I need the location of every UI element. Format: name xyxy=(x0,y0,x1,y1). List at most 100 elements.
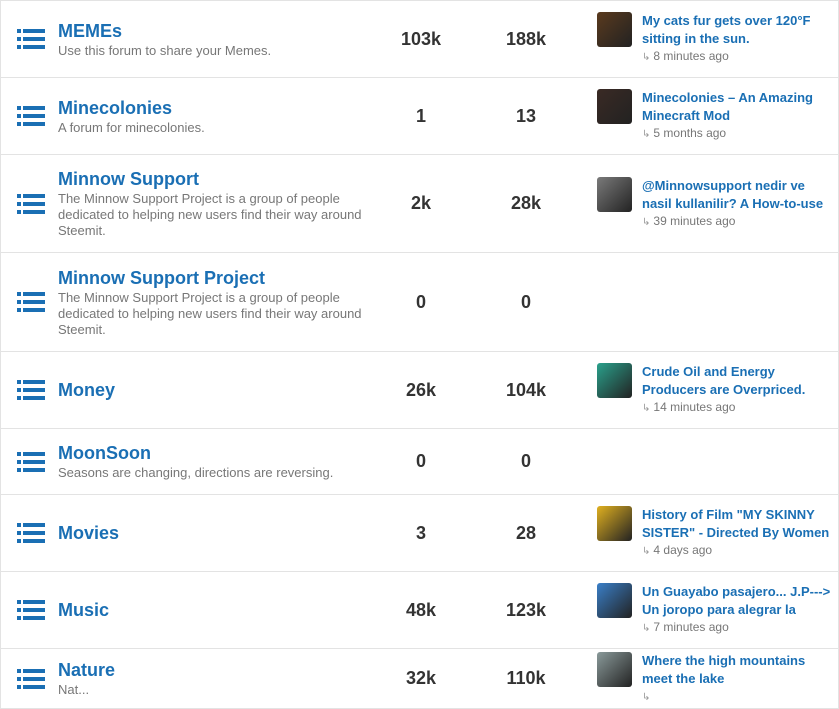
reply-arrow-icon: ↳ xyxy=(642,216,651,228)
posts-count: 48k xyxy=(405,599,437,620)
last-post: Where the high mountains meet the lake ↳ xyxy=(642,652,832,706)
forum-description: A forum for minecolonies. xyxy=(58,119,205,135)
last-post-title-link[interactable]: Minecolonies – An Amazing Minecraft Mod xyxy=(642,89,832,125)
forum-name-link[interactable]: Minnow Support xyxy=(58,168,368,190)
forum-name-link[interactable]: MEMEs xyxy=(58,20,368,42)
forum-name-link[interactable]: MoonSoon xyxy=(58,442,368,464)
posts-count: 32k xyxy=(405,668,437,688)
last-post-time: ↳ 4 days ago xyxy=(642,542,832,560)
person-blue-avatar[interactable] xyxy=(597,583,632,618)
last-post-cell: Crude Oil and Energy Producers are Overp… xyxy=(578,363,838,417)
forum-name-link[interactable]: Nature xyxy=(58,659,368,681)
forum-list-icon[interactable] xyxy=(1,379,58,401)
last-post-time-text: 14 minutes ago xyxy=(653,400,736,414)
replies-count: 123k xyxy=(505,599,547,620)
last-post-time: ↳ 7 minutes ago xyxy=(642,619,832,637)
forum-description: The Minnow Support Project is a group of… xyxy=(58,191,362,238)
statue-avatar[interactable] xyxy=(597,176,632,212)
forum-info: MEMEs Use this forum to share your Memes. xyxy=(58,20,368,59)
forum-row: Nature Nat... 32k 110k Where the high mounta… xyxy=(0,649,839,709)
posts-count: 103k xyxy=(400,28,442,49)
forum-info: Movies xyxy=(58,522,368,544)
posts-count: 0 xyxy=(415,451,426,471)
forum-description: Seasons are changing, directions are rev… xyxy=(58,465,334,480)
last-post-time: ↳ xyxy=(642,688,832,706)
forum-name-link[interactable]: Minecolonies xyxy=(58,97,368,119)
cat-avatar[interactable] xyxy=(597,12,632,47)
replies-count: 188k xyxy=(505,28,547,49)
last-post-cell: My cats fur gets over 120°F sitting in t… xyxy=(578,12,838,66)
forum-info: Money xyxy=(58,379,368,401)
reply-arrow-icon: ↳ xyxy=(642,129,651,140)
forum-row: Minnow Support The Minnow Support Project… xyxy=(0,155,839,253)
last-post-time-text: 39 minutes ago xyxy=(653,213,736,228)
forum-list-icon[interactable] xyxy=(1,291,58,313)
forum-row: Movies 3 28 History of Film "MY SKINNY SIST… xyxy=(0,495,839,572)
last-post-time-text: 7 minutes ago xyxy=(653,620,729,634)
replies-count: 104k xyxy=(505,379,547,400)
forum-row: Minecolonies A forum for minecolonies. 1 13… xyxy=(0,78,839,155)
forum-list-icon[interactable] xyxy=(1,599,58,621)
forum-description: The Minnow Support Project is a group of… xyxy=(58,289,362,337)
person-yellow-avatar[interactable] xyxy=(597,506,632,541)
forum-row: MEMEs Use this forum to share your Memes.… xyxy=(0,0,839,78)
reply-arrow-icon: ↳ xyxy=(642,403,651,414)
forum-row: Minnow Support Project The Minnow Support… xyxy=(0,253,839,352)
forum-name-link[interactable]: Minnow Support Project xyxy=(58,267,368,289)
posts-count: 2k xyxy=(410,193,432,213)
reply-arrow-icon: ↳ xyxy=(642,546,651,557)
forum-info: Nature Nat... xyxy=(58,659,368,698)
forum-row: Money 26k 104k Crude Oil and Energy Produce… xyxy=(0,352,839,429)
last-post-title-link[interactable]: History of Film "MY SKINNY SISTER" - Dir… xyxy=(642,506,832,542)
last-post: Crude Oil and Energy Producers are Overp… xyxy=(642,363,832,417)
forum-info: Minnow Support Project The Minnow Support… xyxy=(58,267,368,338)
last-post-title-link[interactable]: @Minnowsupport nedir ve nasil kullanilir… xyxy=(642,177,832,213)
reply-arrow-icon: ↳ xyxy=(642,691,651,703)
forum-name-link[interactable]: Movies xyxy=(58,522,368,544)
last-post-time-text: 4 days ago xyxy=(653,543,713,557)
forum-list-icon[interactable] xyxy=(1,105,58,127)
person-avatar[interactable] xyxy=(597,89,632,124)
forum-description: Use this forum to share your Memes. xyxy=(58,42,272,58)
replies-count: 13 xyxy=(515,105,537,126)
forum-list-icon[interactable] xyxy=(1,522,58,544)
replies-count: 0 xyxy=(520,451,531,471)
last-post-cell: History of Film "MY SKINNY SISTER" - Dir… xyxy=(578,506,838,560)
last-post-title-link[interactable]: Where the high mountains meet the lake xyxy=(642,652,832,688)
last-post-cell: Minecolonies – An Amazing Minecraft Mod ↳… xyxy=(578,89,838,143)
forum-list-icon[interactable] xyxy=(1,668,58,690)
posts-count: 0 xyxy=(415,291,426,312)
forum-info: Minecolonies A forum for minecolonies. xyxy=(58,97,368,136)
last-post: Un Guayabo pasajero... J.P---> Un joropo… xyxy=(642,583,832,637)
forum-list-icon[interactable] xyxy=(1,193,58,215)
forum-info: Minnow Support The Minnow Support Project… xyxy=(58,168,368,239)
reply-arrow-icon: ↳ xyxy=(642,623,651,634)
forum-info: Music xyxy=(58,599,368,621)
forum-name-link[interactable]: Music xyxy=(58,599,368,621)
last-post: History of Film "MY SKINNY SISTER" - Dir… xyxy=(642,506,832,560)
forum-info: MoonSoon Seasons are changing, directions… xyxy=(58,442,368,481)
last-post-title-link[interactable]: My cats fur gets over 120°F sitting in t… xyxy=(642,12,832,48)
last-post: @Minnowsupport nedir ve nasil kullanilir… xyxy=(642,177,832,231)
steem-logo-avatar[interactable] xyxy=(597,363,632,398)
posts-count: 1 xyxy=(415,105,426,126)
forum-row: MoonSoon Seasons are changing, directions… xyxy=(0,429,839,495)
last-post-time-text: 5 months ago xyxy=(653,126,727,140)
forum-list-icon[interactable] xyxy=(1,28,58,50)
last-post-time: ↳ 39 minutes ago xyxy=(642,213,832,231)
forum-list-icon[interactable] xyxy=(1,451,58,473)
reply-arrow-icon: ↳ xyxy=(642,52,651,63)
posts-count: 26k xyxy=(405,379,437,400)
replies-count: 28k xyxy=(510,193,542,213)
landscape-avatar[interactable] xyxy=(597,651,632,687)
posts-count: 3 xyxy=(415,522,426,543)
last-post-cell: Where the high mountains meet the lake ↳ xyxy=(578,651,838,706)
last-post-time: ↳ 14 minutes ago xyxy=(642,399,832,417)
replies-count: 0 xyxy=(520,291,531,312)
last-post-title-link[interactable]: Crude Oil and Energy Producers are Overp… xyxy=(642,363,832,399)
replies-count: 110k xyxy=(506,668,546,688)
last-post-time: ↳ 8 minutes ago xyxy=(642,48,832,66)
forum-name-link[interactable]: Money xyxy=(58,379,368,401)
forum-list: MEMEs Use this forum to share your Memes.… xyxy=(0,0,839,709)
last-post-title-link[interactable]: Un Guayabo pasajero... J.P---> Un joropo… xyxy=(642,583,832,619)
